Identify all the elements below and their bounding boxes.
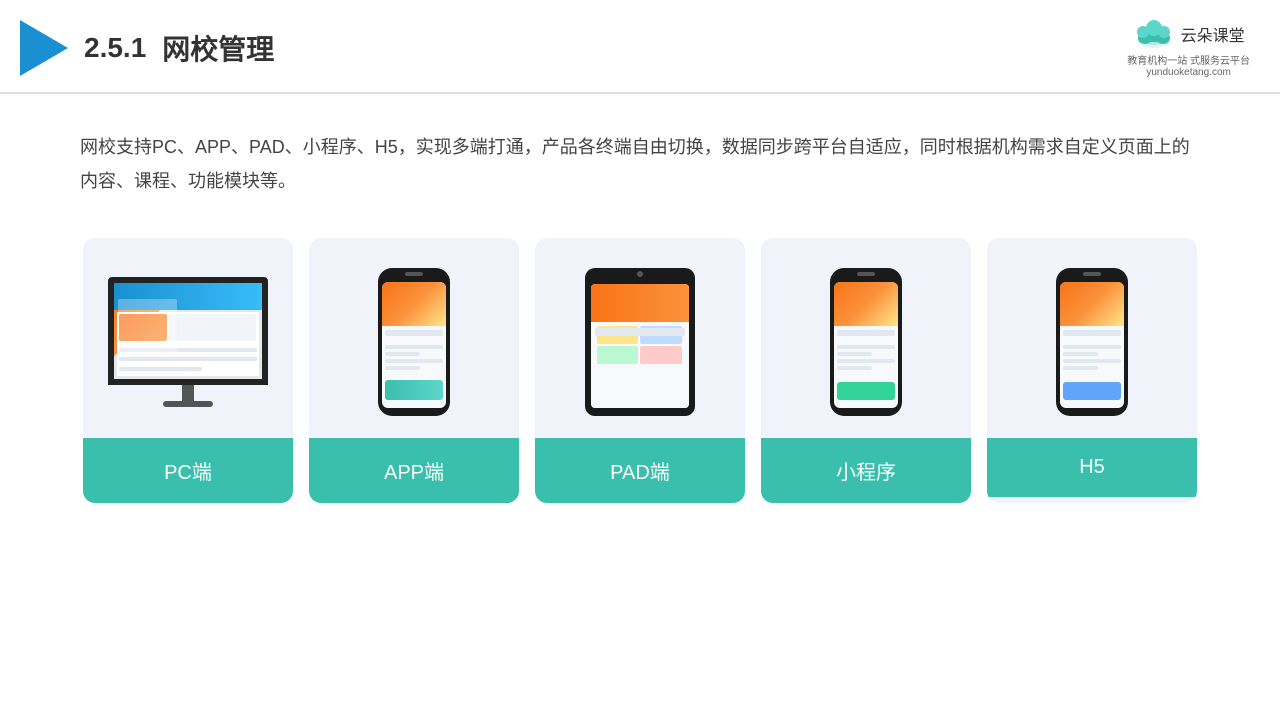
card-h5-label: H5 xyxy=(987,438,1197,497)
h5-line-2 xyxy=(1063,352,1098,356)
monitor-base xyxy=(163,401,213,407)
card-pad-image xyxy=(535,238,745,438)
description-text: 网校支持PC、APP、PAD、小程序、H5，实现多端打通，产品各终端自由切换，数… xyxy=(0,94,1280,218)
h5-line-3 xyxy=(1063,359,1121,363)
card-h5-image xyxy=(987,238,1197,438)
phone-h5-device xyxy=(1056,268,1128,416)
page-title: 2.5.1 xyxy=(84,32,146,64)
phone-mini-lines xyxy=(837,345,895,370)
brand-name: 云朵课堂 xyxy=(1181,22,1245,46)
tablet-device xyxy=(585,268,695,416)
card-app-image xyxy=(309,238,519,438)
phone-mini-screen xyxy=(834,282,898,408)
brand-area: 云朵课堂 教育机构一站 式服务云平台 yunduoketang.com xyxy=(1127,18,1250,78)
card-miniapp-label: 小程序 xyxy=(761,438,971,503)
logo-triangle-icon xyxy=(20,20,68,76)
card-app-label: APP端 xyxy=(309,438,519,503)
phone-h5-lines xyxy=(1063,345,1121,370)
monitor-device xyxy=(108,277,268,407)
description-paragraph: 网校支持PC、APP、PAD、小程序、H5，实现多端打通，产品各终端自由切换，数… xyxy=(80,130,1200,198)
mini-line-4 xyxy=(837,366,872,370)
phone-line-2 xyxy=(385,352,420,356)
page-title-name: 网校管理 xyxy=(162,28,274,68)
card-h5: H5 xyxy=(987,238,1197,503)
cloud-logo-icon xyxy=(1133,18,1175,50)
phone-h5-screen xyxy=(1060,282,1124,408)
card-pc-image xyxy=(83,238,293,438)
header-left: 2.5.1 网校管理 xyxy=(20,20,274,76)
page-header: 2.5.1 网校管理 云朵课堂 教育机构一站 式服务云平台 yunduoketa… xyxy=(0,0,1280,94)
brand-tagline: 教育机构一站 式服务云平台 yunduoketang.com xyxy=(1127,52,1250,78)
card-miniapp-image xyxy=(761,238,971,438)
phone-app-lines xyxy=(385,345,443,370)
phone-line-4 xyxy=(385,366,420,370)
tablet-screen-inner xyxy=(591,284,689,408)
card-pc: PC端 xyxy=(83,238,293,503)
phone-line-3 xyxy=(385,359,443,363)
h5-line-4 xyxy=(1063,366,1098,370)
mini-line-2 xyxy=(837,352,872,356)
phone-app-screen xyxy=(382,282,446,408)
card-pc-label: PC端 xyxy=(83,438,293,503)
monitor-screen-content xyxy=(114,283,262,379)
phone-mini-device xyxy=(830,268,902,416)
mini-line-3 xyxy=(837,359,895,363)
cards-container: PC端 APP端 xyxy=(0,218,1280,533)
h5-line-1 xyxy=(1063,345,1121,349)
tablet-screen xyxy=(591,284,689,408)
monitor-stand xyxy=(182,385,194,401)
phone-line-1 xyxy=(385,345,443,349)
card-pad-label: PAD端 xyxy=(535,438,745,503)
phone-app-device xyxy=(378,268,450,416)
card-app: APP端 xyxy=(309,238,519,503)
brand-logo: 云朵课堂 xyxy=(1133,18,1245,50)
mini-line-1 xyxy=(837,345,895,349)
card-pad: PAD端 xyxy=(535,238,745,503)
monitor-screen xyxy=(108,277,268,385)
card-miniapp: 小程序 xyxy=(761,238,971,503)
